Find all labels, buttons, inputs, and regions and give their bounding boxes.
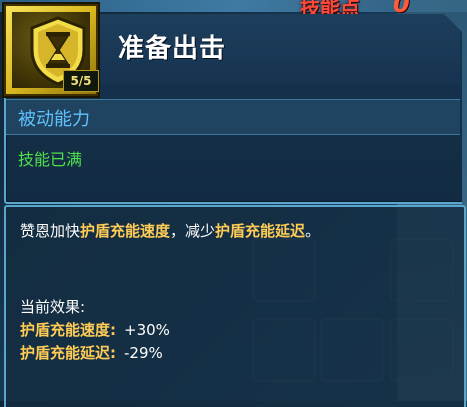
description-text: 赞恩加快 (20, 222, 81, 240)
skill-status: 技能已满 (18, 150, 83, 169)
description-highlight: 护盾充能速度 (80, 222, 171, 240)
effect-label: 护盾充能速度: (20, 321, 116, 339)
effect-value: -29% (124, 344, 163, 362)
description-text: 。 (305, 222, 321, 240)
skill-level-badge: 5/5 (63, 70, 99, 92)
skill-title: 准备出击 (118, 34, 227, 64)
effect-value: +30% (124, 321, 170, 339)
skill-type: 被动能力 (18, 109, 90, 130)
description-highlight: 护盾充能延迟 (215, 222, 306, 240)
description-text: ，减少 (170, 222, 216, 240)
current-effects-title: 当前效果: (20, 298, 86, 316)
effect-label: 护盾充能延迟: (20, 344, 116, 362)
effect-row: 护盾充能延迟: -29% (20, 342, 163, 363)
skill-type-row: 被动能力 (6, 99, 460, 135)
skill-description: 赞恩加快护盾充能速度，减少护盾充能延迟。 (20, 220, 450, 242)
effect-row: 护盾充能速度: +30% (20, 319, 170, 340)
skill-icon-frame[interactable]: 5/5 (4, 4, 99, 96)
